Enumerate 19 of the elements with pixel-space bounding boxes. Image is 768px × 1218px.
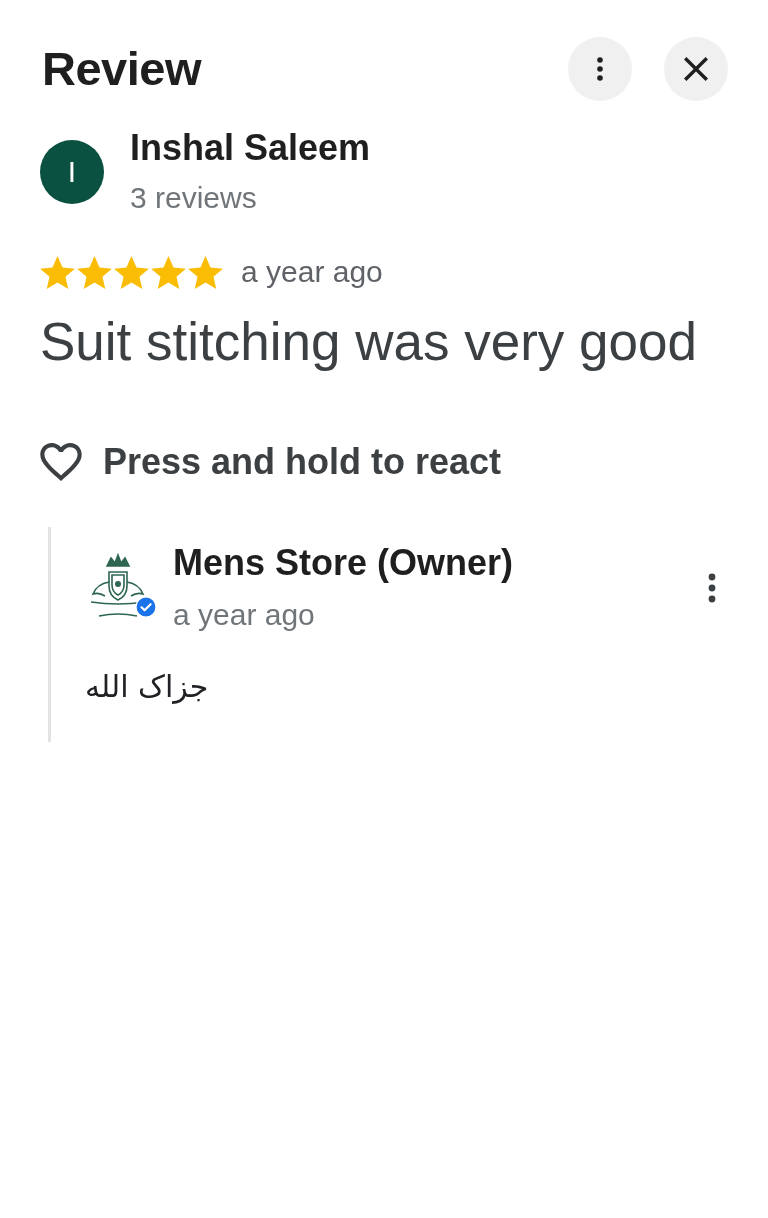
star-icon (40, 255, 75, 289)
review-text: Suit stitching was very good (40, 311, 698, 373)
react-button[interactable]: Press and hold to react (40, 440, 502, 484)
reply-text: جزاک الله (85, 669, 209, 704)
review-time: a year ago (241, 255, 383, 289)
avatar: I (40, 140, 104, 204)
reply-time: a year ago (173, 597, 316, 633)
reviewer-name: Inshal Saleem (130, 126, 371, 170)
star-icon (114, 255, 149, 289)
star-icon (188, 255, 223, 289)
heart-icon (40, 443, 82, 481)
more-vert-icon (597, 57, 603, 81)
panel-title: Review (42, 42, 201, 96)
star-icon (151, 255, 186, 289)
star-icon (77, 255, 112, 289)
review-count: 3 reviews (130, 180, 258, 216)
close-icon (684, 57, 708, 81)
owner-name: Mens Store (Owner) (173, 541, 515, 585)
more-vert-icon (708, 573, 716, 603)
